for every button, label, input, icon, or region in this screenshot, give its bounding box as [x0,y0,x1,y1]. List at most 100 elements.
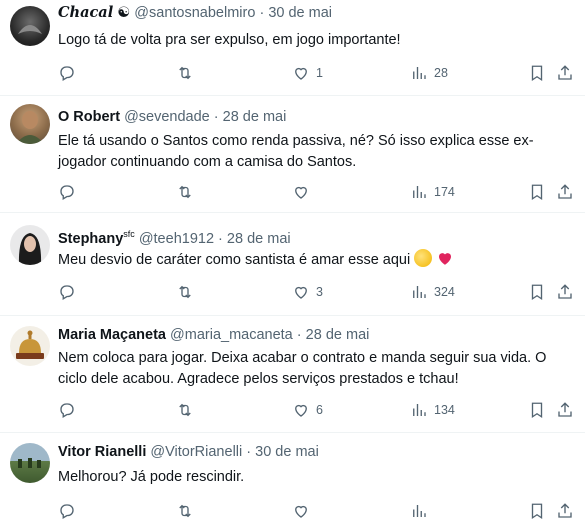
tweet[interactable]: Stephanysfc @teeh1912 · 28 de mai Meu de… [0,213,585,316]
views-button[interactable]: 28 [410,63,448,83]
retweet-button[interactable] [176,501,194,521]
tweet[interactable]: Vitor Rianelli @VitorRianelli · 30 de ma… [0,433,585,527]
heart-icon [295,404,307,417]
bookmark-button[interactable] [528,501,546,521]
action-bar: 6 134 [58,400,573,420]
retweet-button[interactable] [176,282,194,302]
like-button[interactable]: 6 [292,400,323,420]
tweet[interactable]: Chacal ☯ @santosnabelmiro · 30 de mai Lo… [0,0,585,96]
user-handle[interactable]: @santosnabelmiro [134,5,255,21]
bookmark-icon [531,65,543,82]
like-button[interactable]: 3 [292,282,323,302]
views-button[interactable]: 324 [410,282,455,302]
tweet-header: Maria Maçaneta @maria_macaneta · 28 de m… [58,327,369,343]
avatar[interactable] [10,6,50,46]
display-name[interactable]: Maria Maçaneta [58,327,166,343]
like-count: 6 [316,403,323,417]
tweet-header: Stephanysfc @teeh1912 · 28 de mai [58,229,291,247]
reply-icon [60,504,74,519]
action-bar: 1 28 [58,63,573,83]
share-icon [558,402,572,417]
reply-icon [60,403,74,418]
separator: · [296,327,302,343]
separator: · [213,109,219,125]
melting-face-emoji [414,249,433,267]
avatar[interactable] [10,443,50,483]
share-button[interactable] [556,501,574,521]
avatar[interactable] [10,326,50,366]
user-handle[interactable]: @sevendade [124,109,210,125]
views-button[interactable]: 174 [410,182,455,202]
like-button[interactable] [292,501,310,521]
red-heart-emoji [439,253,452,265]
like-button[interactable] [292,182,316,202]
bookmark-button[interactable] [528,282,546,302]
timestamp[interactable]: 28 de mai [306,327,370,343]
display-name[interactable]: Chacal [58,4,113,21]
share-button[interactable] [556,63,574,83]
timestamp[interactable]: 28 de mai [227,231,291,247]
heart-icon [295,505,307,518]
retweet-icon [179,185,191,199]
share-button[interactable] [556,282,574,302]
heart-icon [295,67,307,80]
avatar[interactable] [10,225,50,265]
retweet-button[interactable] [176,400,194,420]
reply-button[interactable] [58,63,76,83]
timestamp[interactable]: 28 de mai [223,109,287,125]
share-button[interactable] [556,400,574,420]
tweet-header: O Robert @sevendade · 28 de mai [58,109,286,125]
bookmark-button[interactable] [528,400,546,420]
reply-icon [60,66,74,81]
views-count: 134 [434,403,455,417]
like-count: 1 [316,66,323,80]
views-icon [413,186,426,198]
retweet-icon [179,504,191,518]
like-button[interactable]: 1 [292,63,323,83]
reply-button[interactable] [58,282,76,302]
views-button[interactable]: 134 [410,400,455,420]
heart-icon [295,286,307,299]
action-bar: 174 [58,182,573,202]
reply-button[interactable] [58,400,76,420]
timestamp[interactable]: 30 de mai [268,5,332,21]
action-bar [58,501,573,521]
display-name[interactable]: Stephany [58,231,123,247]
user-handle[interactable]: @VitorRianelli [150,444,242,460]
views-count: 28 [434,66,448,80]
separator: · [246,444,252,460]
tweet-text: Ele tá usando o Santos como renda passiv… [58,133,534,170]
name-suffix: sfc [123,229,135,239]
tweet-text: Nem coloca para jogar. Deixa acabar o co… [58,350,547,387]
bookmark-icon [531,503,543,520]
tweet[interactable]: Maria Maçaneta @maria_macaneta · 28 de m… [0,316,585,433]
tweet-header: Vitor Rianelli @VitorRianelli · 30 de ma… [58,444,319,460]
reply-button[interactable] [58,182,76,202]
views-button[interactable] [410,501,428,521]
display-name[interactable]: O Robert [58,109,120,125]
share-button[interactable] [556,182,574,202]
action-bar: 3 324 [58,282,573,302]
retweet-icon [179,285,191,299]
views-icon [413,67,426,79]
share-icon [558,284,572,299]
avatar[interactable] [10,104,50,144]
tweet[interactable]: O Robert @sevendade · 28 de mai Ele tá u… [0,96,585,213]
views-icon [413,505,426,517]
tweet-text: Meu desvio de caráter como santista é am… [58,249,571,271]
share-icon [558,503,572,518]
retweet-button[interactable] [176,63,194,83]
reply-button[interactable] [58,501,76,521]
retweet-button[interactable] [176,182,194,202]
views-icon [413,404,426,416]
user-handle[interactable]: @teeh1912 [139,231,214,247]
heart-icon [295,186,307,199]
bookmark-button[interactable] [528,63,546,83]
bookmark-button[interactable] [528,182,546,202]
views-count: 174 [434,185,455,199]
timestamp[interactable]: 30 de mai [255,444,319,460]
bookmark-icon [531,402,543,419]
display-name[interactable]: Vitor Rianelli [58,444,146,460]
tweet-text-content: Meu desvio de caráter como santista é am… [58,252,411,268]
user-handle[interactable]: @maria_macaneta [170,327,293,343]
